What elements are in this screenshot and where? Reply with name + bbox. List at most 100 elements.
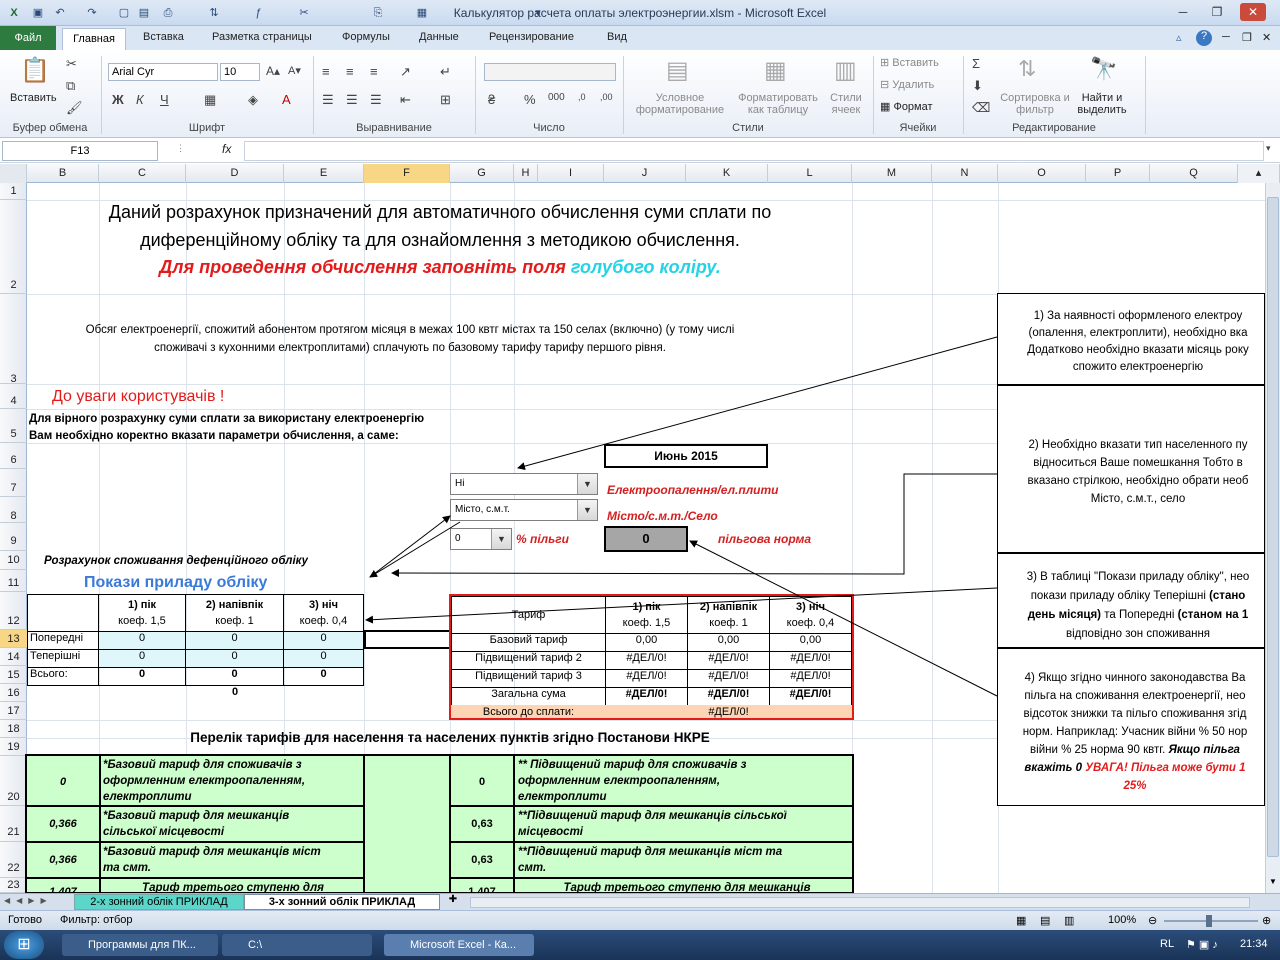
cell-styles-icon[interactable]: ▥: [834, 56, 857, 85]
paste-icon[interactable]: 📋: [18, 56, 52, 88]
find-select-button[interactable]: Найти и выделить: [1070, 92, 1134, 116]
row-header[interactable]: 5: [0, 409, 27, 443]
doc-restore-icon[interactable]: ❐: [1242, 31, 1252, 44]
font-size-select[interactable]: 10: [220, 63, 260, 81]
row-header[interactable]: 8: [0, 497, 27, 523]
row-header[interactable]: 14: [0, 648, 27, 666]
sheet-nav-icon[interactable]: ◀◀▶▶: [4, 896, 53, 905]
selected-cell[interactable]: [364, 630, 451, 649]
underline-icon[interactable]: Ч: [160, 92, 169, 107]
select-all[interactable]: [0, 164, 27, 183]
sort-filter-icon[interactable]: ⇅: [1018, 56, 1036, 82]
comma-style-icon[interactable]: 000: [548, 92, 565, 103]
new-sheet-icon[interactable]: ✚: [444, 894, 462, 910]
meter-prev-peak-input[interactable]: 0: [98, 631, 186, 650]
borders-icon[interactable]: ▦: [204, 92, 216, 108]
column-header[interactable]: O: [998, 164, 1086, 183]
row-header[interactable]: 22: [0, 842, 27, 878]
row-header[interactable]: 16: [0, 684, 27, 702]
tab-view[interactable]: Вид: [607, 31, 627, 43]
column-header[interactable]: E: [284, 164, 364, 183]
insert-function-icon[interactable]: fx: [222, 142, 231, 156]
row-header[interactable]: 17: [0, 702, 27, 720]
row-header[interactable]: 6: [0, 443, 27, 469]
minimize-icon[interactable]: ─: [1170, 3, 1196, 21]
row-header[interactable]: 19: [0, 738, 27, 756]
column-header[interactable]: L: [768, 164, 852, 183]
sheet-tab-active[interactable]: 3-х зонний облік ПРИКЛАД: [244, 894, 440, 910]
discount-dropdown[interactable]: 0 ▼: [450, 528, 512, 550]
column-header[interactable]: P: [1086, 164, 1150, 183]
taskbar-item[interactable]: C:\: [222, 934, 372, 956]
page-layout-icon[interactable]: ▤: [1040, 914, 1050, 927]
find-icon[interactable]: 🔭: [1090, 56, 1117, 82]
close-icon[interactable]: ✕: [1240, 3, 1266, 21]
normal-view-icon[interactable]: ▦: [1016, 914, 1026, 927]
clear-icon[interactable]: ⌫: [972, 100, 990, 116]
row-header[interactable]: 1: [0, 183, 27, 200]
row-header[interactable]: 20: [0, 756, 27, 806]
format-as-table-button[interactable]: Форматировать как таблицу: [732, 92, 824, 116]
name-box[interactable]: F13: [2, 141, 158, 161]
doc-minimize-icon[interactable]: ─: [1222, 31, 1230, 43]
minimize-ribbon-icon[interactable]: ▵: [1176, 31, 1182, 44]
align-top-icon[interactable]: ≡: [322, 64, 330, 79]
row-header[interactable]: 3: [0, 294, 27, 385]
row-header[interactable]: 23: [0, 878, 27, 893]
row-header[interactable]: 2: [0, 200, 27, 294]
meter-curr-peak-input[interactable]: 0: [98, 649, 186, 668]
help-icon[interactable]: ?: [1196, 30, 1212, 46]
sort-filter-button[interactable]: Сортировка и фильтр: [1000, 92, 1070, 116]
tray-icons[interactable]: ⚑ ▣ ♪: [1186, 938, 1218, 951]
fill-icon[interactable]: ⬇: [972, 78, 983, 94]
align-bottom-icon[interactable]: ≡: [370, 64, 378, 79]
tab-page-layout[interactable]: Разметка страницы: [212, 31, 312, 43]
month-cell[interactable]: Июнь 2015: [604, 444, 768, 468]
chevron-down-icon[interactable]: ▼: [577, 474, 597, 494]
zoom-slider-thumb[interactable]: [1206, 915, 1212, 927]
column-header[interactable]: J: [604, 164, 686, 183]
column-header[interactable]: N: [932, 164, 998, 183]
bold-icon[interactable]: Ж: [112, 92, 124, 107]
font-name-select[interactable]: Arial Cyr: [108, 63, 218, 81]
zoom-out-icon[interactable]: ⊖: [1148, 914, 1157, 927]
chevron-down-icon[interactable]: ▼: [491, 529, 511, 549]
delete-cells-button[interactable]: ⊟ Удалить: [880, 78, 934, 91]
zoom-in-icon[interactable]: ⊕: [1262, 914, 1271, 927]
cell-styles-button[interactable]: Стили ячеек: [822, 92, 870, 116]
chevron-down-icon[interactable]: ▼: [577, 500, 597, 520]
align-left-icon[interactable]: ☰: [322, 92, 334, 108]
align-right-icon[interactable]: ☰: [370, 92, 382, 108]
column-header[interactable]: H: [514, 164, 538, 183]
expand-formula-icon[interactable]: ▾: [1266, 143, 1271, 154]
zoom-level[interactable]: 100%: [1108, 914, 1136, 926]
copy-icon[interactable]: ⧉: [66, 78, 75, 94]
horizontal-scrollbar[interactable]: [470, 897, 1250, 908]
tab-file[interactable]: Файл: [0, 26, 56, 50]
tab-review[interactable]: Рецензирование: [489, 31, 574, 43]
meter-curr-halfpeak-input[interactable]: 0: [185, 649, 284, 668]
font-color-icon[interactable]: A: [282, 92, 291, 107]
column-header-selected[interactable]: F: [364, 164, 450, 183]
meter-curr-night-input[interactable]: 0: [283, 649, 364, 668]
formula-input[interactable]: [244, 141, 1264, 161]
row-header[interactable]: 11: [0, 570, 27, 592]
italic-icon[interactable]: К: [136, 92, 144, 107]
format-painter-icon[interactable]: 🖌: [66, 100, 83, 116]
restore-icon[interactable]: ❐: [1204, 3, 1230, 21]
taskbar-item[interactable]: Программы для ПК...: [62, 934, 218, 956]
tab-formulas[interactable]: Формулы: [342, 31, 390, 43]
column-header[interactable]: C: [99, 164, 186, 183]
row-header[interactable]: 21: [0, 806, 27, 842]
indent-icon[interactable]: ⇤: [400, 92, 411, 108]
currency-icon[interactable]: ₴: [488, 92, 495, 107]
row-header[interactable]: 10: [0, 551, 27, 570]
decrease-decimal-icon[interactable]: ,00: [600, 92, 613, 102]
row-header-selected[interactable]: 13: [0, 630, 27, 648]
column-header[interactable]: I: [538, 164, 604, 183]
sheet-tab[interactable]: 2-х зонний облік ПРИКЛАД: [74, 894, 244, 910]
row-header[interactable]: 12: [0, 592, 27, 630]
column-header[interactable]: M: [852, 164, 932, 183]
row-header[interactable]: 9: [0, 523, 27, 551]
location-dropdown[interactable]: Місто, с.м.т. ▼: [450, 499, 598, 521]
